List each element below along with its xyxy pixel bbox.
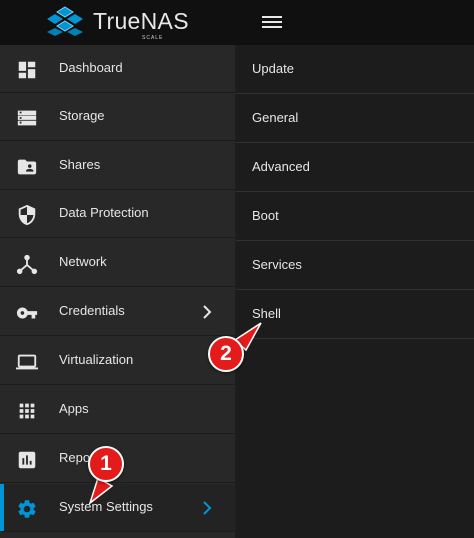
annotation-pointers <box>88 322 262 506</box>
step-marker-2: 2 <box>208 336 244 372</box>
step-marker-1: 1 <box>88 446 124 482</box>
